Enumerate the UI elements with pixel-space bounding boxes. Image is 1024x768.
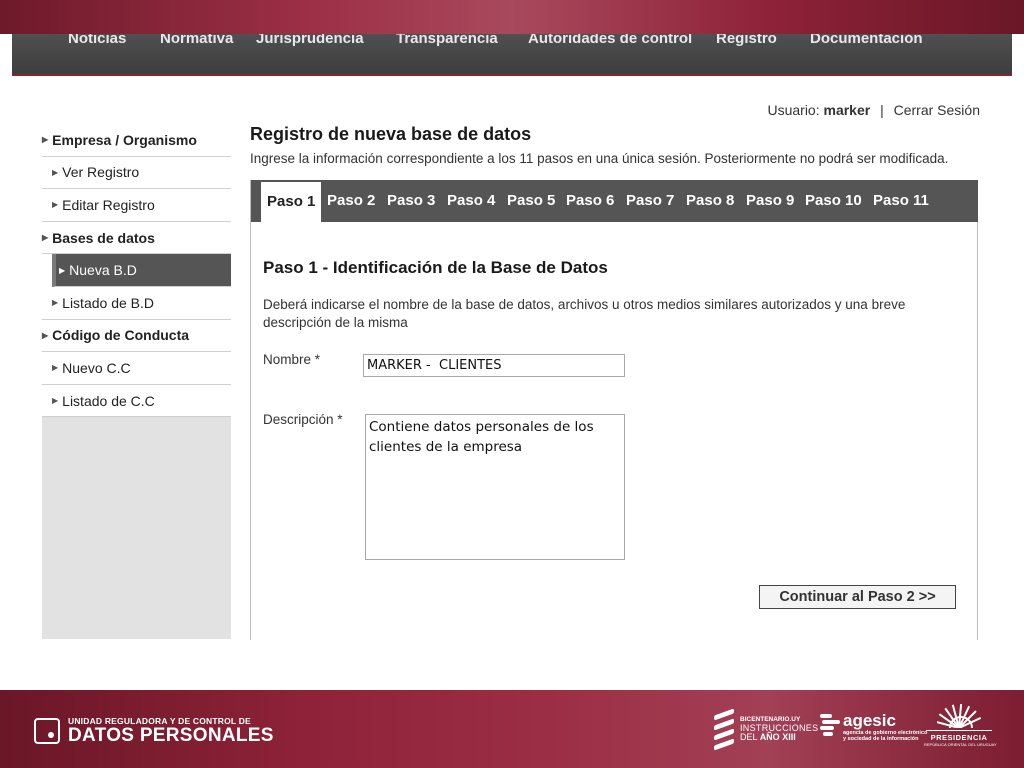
page-title: Registro de nueva base de datos [250, 124, 532, 144]
step-description: Deberá indicarse el nombre de la base de… [263, 297, 906, 330]
sidebar-item-bases-de-datos[interactable]: ▶ Bases de datos [42, 222, 231, 255]
caret-right-icon: ▶ [42, 135, 49, 145]
main-nav: Noticias Normativa Jurisprudencia Transp… [12, 34, 1012, 76]
nav-item-autoridades[interactable]: Autoridades de control [528, 34, 692, 47]
tab-paso-2[interactable]: Paso 2 [327, 180, 375, 222]
caret-right-icon: ▶ [42, 330, 49, 340]
nav-item-documentacion[interactable]: Documentación [810, 34, 923, 47]
sidebar-item-label: Bases de datos [52, 229, 155, 246]
sidebar-item-label: Código de Conducta [52, 327, 190, 344]
name-input[interactable] [363, 354, 625, 377]
agesic-tagline-2: y sociedad de la información [843, 736, 919, 742]
sidebar-item-nuevo-cc[interactable]: ▶ Nuevo C.C [42, 352, 231, 385]
presidencia-subtitle: REPÚBLICA ORIENTAL DEL URUGUAY [924, 742, 997, 747]
footer: UNIDAD REGULADORA Y DE CONTROL DE DATOS … [0, 690, 1024, 768]
user-name: marker [823, 102, 871, 118]
tab-paso-8[interactable]: Paso 8 [686, 180, 734, 222]
step-title: Paso 1 - Identificación de la Base de Da… [263, 258, 608, 277]
bicentenario-mark-icon [714, 708, 734, 751]
caret-right-icon: ▶ [52, 298, 59, 308]
continue-button[interactable]: Continuar al Paso 2 >> [759, 585, 956, 609]
top-banner [0, 0, 1024, 34]
brand-logo-icon [34, 718, 60, 744]
sidebar: ▶ Empresa / Organismo ▶ Ver Registro ▶ E… [42, 124, 231, 639]
bicentenario-logo: BICENTENARIO.UY INSTRUCCIONES DEL AÑO XI… [714, 708, 818, 751]
sun-icon [937, 704, 981, 728]
tab-paso-5[interactable]: Paso 5 [507, 180, 555, 222]
user-info: Usuario: marker | Cerrar Sesión [767, 102, 980, 118]
tab-paso-7[interactable]: Paso 7 [626, 180, 674, 222]
sidebar-item-nueva-bd[interactable]: ▶ Nueva B.D [52, 254, 231, 287]
caret-right-icon: ▶ [59, 265, 66, 275]
sidebar-item-listado-cc[interactable]: ▶ Listado de C.C [42, 385, 231, 418]
sidebar-item-editar-registro[interactable]: ▶ Editar Registro [42, 189, 231, 222]
tab-paso-10[interactable]: Paso 10 [805, 180, 862, 222]
description-label: Descripción * [263, 412, 343, 427]
footer-brand: UNIDAD REGULADORA Y DE CONTROL DE DATOS … [34, 716, 274, 746]
nav-item-transparencia[interactable]: Transparencia [396, 34, 498, 47]
tab-paso-3[interactable]: Paso 3 [387, 180, 435, 222]
wizard-panel: Paso 1 Paso 2 Paso 3 Paso 4 Paso 5 Paso … [250, 180, 978, 640]
logout-link[interactable]: Cerrar Sesión [894, 102, 980, 118]
sidebar-item-ver-registro[interactable]: ▶ Ver Registro [42, 157, 231, 190]
sidebar-item-label: Listado de C.C [62, 392, 155, 409]
sidebar-menu: ▶ Empresa / Organismo ▶ Ver Registro ▶ E… [42, 124, 231, 418]
bicentenario-line3a: DEL [740, 731, 760, 742]
sidebar-item-label: Ver Registro [62, 164, 140, 181]
sidebar-item-label: Editar Registro [62, 196, 155, 213]
sidebar-item-label: Nueva B.D [69, 262, 137, 279]
sidebar-item-label: Empresa / Organismo [52, 131, 197, 148]
sidebar-item-codigo-conducta[interactable]: ▶ Código de Conducta [42, 320, 231, 353]
tab-paso-6[interactable]: Paso 6 [566, 180, 614, 222]
description-textarea[interactable]: Contiene datos personales de los cliente… [365, 414, 625, 560]
tab-paso-9[interactable]: Paso 9 [746, 180, 794, 222]
presidencia-logo: PRESIDENCIA REPÚBLICA ORIENTAL DEL URUGU… [924, 704, 997, 754]
tab-paso-1[interactable]: Paso 1 [261, 182, 322, 222]
caret-right-icon: ▶ [52, 200, 59, 210]
presidencia-wordmark: PRESIDENCIA [930, 733, 988, 742]
nav-item-noticias[interactable]: Noticias [68, 34, 126, 47]
sidebar-item-listado-bd[interactable]: ▶ Listado de B.D [42, 287, 231, 320]
agesic-wordmark: agesic [843, 711, 896, 730]
tab-paso-11[interactable]: Paso 11 [873, 180, 929, 222]
sidebar-item-empresa[interactable]: ▶ Empresa / Organismo [42, 124, 231, 157]
page-subtitle: Ingrese la información correspondiente a… [250, 151, 949, 166]
caret-right-icon: ▶ [52, 363, 59, 373]
nav-item-registro[interactable]: Registro [716, 34, 777, 47]
nav-item-normativa[interactable]: Normativa [160, 34, 233, 47]
caret-right-icon: ▶ [42, 233, 49, 243]
tab-paso-4[interactable]: Paso 4 [447, 180, 495, 222]
agesic-mark-icon [820, 714, 840, 736]
user-label: Usuario: [767, 102, 820, 118]
nav-item-jurisprudencia[interactable]: Jurisprudencia [256, 34, 364, 47]
agesic-logo: agesic agencia de gobierno electrónico y… [820, 712, 927, 742]
sidebar-item-label: Nuevo C.C [62, 359, 131, 376]
user-separator: | [880, 102, 884, 118]
caret-right-icon: ▶ [52, 167, 59, 177]
bicentenario-line3b: AÑO XIII [759, 731, 796, 742]
name-label: Nombre * [263, 352, 321, 367]
caret-right-icon: ▶ [52, 396, 59, 406]
step-tabs: Paso 1 Paso 2 Paso 3 Paso 4 Paso 5 Paso … [251, 180, 978, 222]
brand-title: DATOS PERSONALES [68, 725, 274, 746]
sidebar-item-label: Listado de B.D [62, 294, 154, 311]
